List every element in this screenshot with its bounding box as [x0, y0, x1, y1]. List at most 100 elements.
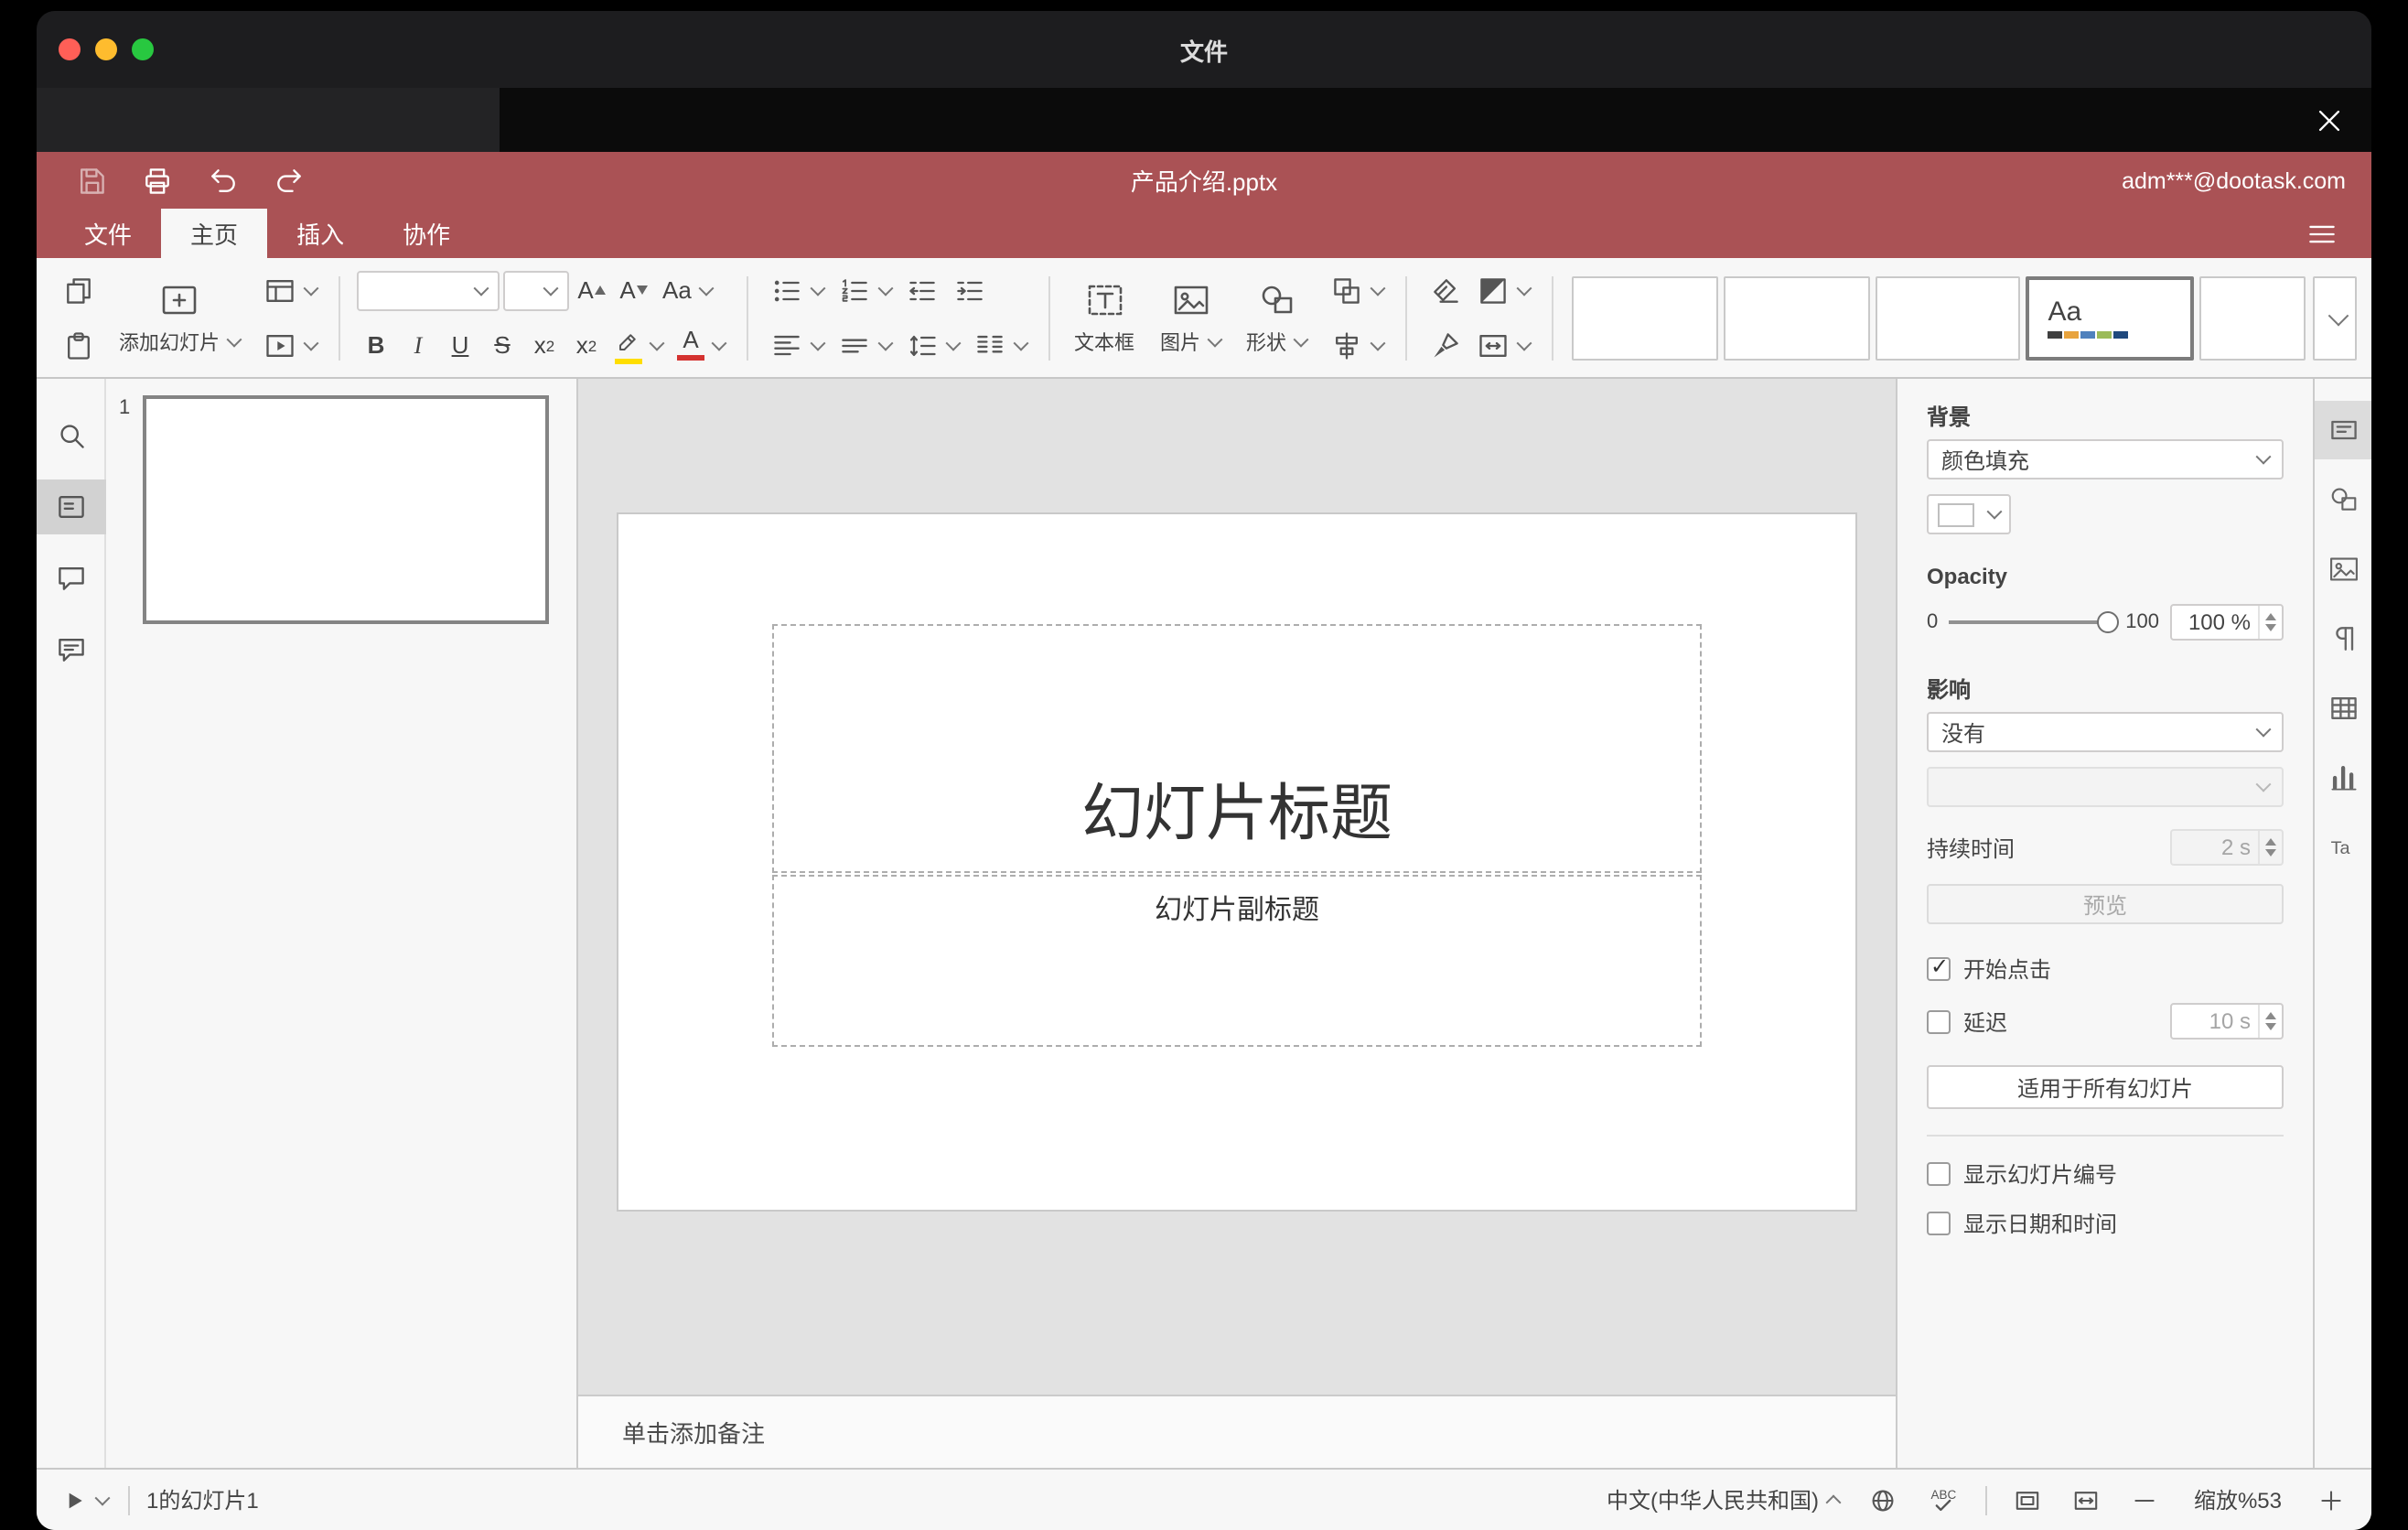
- paste-button[interactable]: [57, 325, 101, 365]
- slide-title-placeholder[interactable]: 幻灯片标题: [772, 624, 1702, 873]
- zoom-in-button[interactable]: [2313, 1482, 2349, 1518]
- bold-button[interactable]: B: [357, 322, 395, 368]
- bullet-list-icon: [770, 274, 803, 307]
- delay-checkbox[interactable]: 延迟: [1927, 1006, 2007, 1037]
- change-layout-button[interactable]: [258, 270, 322, 310]
- paragraph-settings-tab[interactable]: [2314, 609, 2371, 668]
- background-fill-select[interactable]: 颜色填充: [1927, 439, 2284, 479]
- slide-size-button[interactable]: [1471, 325, 1535, 365]
- fit-to-width-button[interactable]: [2068, 1482, 2104, 1518]
- insert-shape-button[interactable]: 形状: [1233, 264, 1319, 371]
- document-language-button[interactable]: [1865, 1482, 1901, 1518]
- delay-input[interactable]: 10 s: [2170, 1003, 2284, 1040]
- shape-settings-tab[interactable]: [2314, 470, 2371, 529]
- tab-home[interactable]: 主页: [161, 209, 268, 258]
- background-color-select[interactable]: [1927, 494, 2011, 534]
- vertical-align-button[interactable]: [833, 325, 897, 365]
- textart-settings-tab[interactable]: [2314, 818, 2371, 877]
- increase-font-button[interactable]: A: [573, 267, 611, 313]
- columns-button[interactable]: [968, 325, 1032, 365]
- font-size-select[interactable]: [503, 270, 569, 310]
- change-case-button[interactable]: Aa: [657, 275, 717, 305]
- effect-select[interactable]: 没有: [1927, 712, 2284, 752]
- tab-file[interactable]: 文件: [55, 209, 161, 258]
- minimize-traffic-light[interactable]: [95, 38, 117, 60]
- slide-layout-icon: [263, 274, 296, 307]
- tab-collaboration[interactable]: 协作: [373, 209, 479, 258]
- slide-thumbnail[interactable]: [143, 395, 549, 624]
- align-shape-button[interactable]: [1325, 325, 1389, 365]
- line-spacing-button[interactable]: [900, 325, 964, 365]
- superscript-button[interactable]: x2: [525, 322, 564, 368]
- chart-settings-tab[interactable]: [2314, 749, 2371, 807]
- slide-canvas[interactable]: 幻灯片标题 幻灯片副标题: [578, 379, 1896, 1395]
- slideshow-start-button[interactable]: [59, 1483, 112, 1516]
- highlight-color-button[interactable]: [609, 323, 668, 367]
- zoom-traffic-light[interactable]: [132, 38, 154, 60]
- comments-panel-button[interactable]: [37, 551, 105, 606]
- theme-gallery-expand-button[interactable]: [2313, 275, 2357, 360]
- opacity-input[interactable]: 100 %: [2170, 604, 2284, 641]
- bullets-button[interactable]: [765, 270, 829, 310]
- italic-button[interactable]: I: [399, 322, 437, 368]
- minus-icon: [2130, 1485, 2159, 1514]
- language-select[interactable]: 中文(中华人民共和国): [1603, 1481, 1843, 1519]
- theme-option[interactable]: [2199, 275, 2306, 360]
- close-button[interactable]: [2309, 100, 2349, 140]
- print-button[interactable]: [135, 158, 179, 202]
- insert-textbox-button[interactable]: 文本框: [1061, 264, 1147, 371]
- strikethrough-button[interactable]: S: [483, 322, 521, 368]
- apply-to-all-button[interactable]: 适用于所有幻灯片: [1927, 1065, 2284, 1109]
- tab-insert[interactable]: 插入: [267, 209, 373, 258]
- zoom-out-button[interactable]: [2126, 1482, 2163, 1518]
- slider-knob[interactable]: [2096, 611, 2119, 633]
- undo-button[interactable]: [201, 158, 245, 202]
- chat-panel-button[interactable]: [37, 622, 105, 677]
- horizontal-align-button[interactable]: [765, 325, 829, 365]
- spinner-arrows[interactable]: [2258, 606, 2282, 639]
- spinner-arrows[interactable]: [2258, 1005, 2282, 1038]
- textart-settings-icon: [2327, 831, 2360, 864]
- theme-option-selected[interactable]: Aa: [2026, 275, 2194, 360]
- start-on-click-checkbox[interactable]: 开始点击: [1927, 954, 2284, 985]
- insert-image-button[interactable]: 图片: [1147, 264, 1233, 371]
- chevron-down-icon: [1516, 279, 1532, 296]
- color-scheme-button[interactable]: [1471, 270, 1535, 310]
- redo-button[interactable]: [267, 158, 311, 202]
- numbering-button[interactable]: [833, 270, 897, 310]
- subscript-button[interactable]: x2: [567, 322, 606, 368]
- fit-to-slide-button[interactable]: [2009, 1482, 2046, 1518]
- increase-indent-button[interactable]: [948, 270, 992, 310]
- clear-style-button[interactable]: [1424, 270, 1467, 310]
- copy-style-button[interactable]: [1424, 325, 1467, 365]
- theme-option[interactable]: [1723, 275, 1869, 360]
- arrow-up-icon: [595, 286, 607, 295]
- slide[interactable]: 幻灯片标题 幻灯片副标题: [618, 514, 1855, 1210]
- opacity-slider[interactable]: [1949, 609, 2119, 635]
- font-color-button[interactable]: A: [672, 326, 730, 364]
- spellcheck-button[interactable]: [1923, 1480, 1963, 1520]
- search-button[interactable]: [37, 408, 105, 463]
- decrease-indent-button[interactable]: [900, 270, 944, 310]
- slide-subtitle-placeholder[interactable]: 幻灯片副标题: [772, 875, 1702, 1047]
- font-name-select[interactable]: [357, 270, 500, 310]
- show-date-time-checkbox[interactable]: 显示日期和时间: [1927, 1208, 2284, 1239]
- decrease-font-button[interactable]: A: [615, 267, 653, 313]
- notes-area[interactable]: 单击添加备注: [578, 1395, 1896, 1468]
- add-slide-button[interactable]: 添加幻灯片: [106, 264, 253, 371]
- image-settings-tab[interactable]: [2314, 540, 2371, 598]
- show-slide-number-checkbox[interactable]: 显示幻灯片编号: [1927, 1158, 2284, 1190]
- copy-button[interactable]: [57, 270, 101, 310]
- theme-option[interactable]: [1572, 275, 1718, 360]
- table-settings-tab[interactable]: [2314, 679, 2371, 738]
- slides-panel-button[interactable]: [37, 479, 105, 534]
- start-slideshow-toolbar-button[interactable]: [258, 325, 322, 365]
- theme-option[interactable]: [1875, 275, 2021, 360]
- close-traffic-light[interactable]: [59, 38, 81, 60]
- arrange-shape-button[interactable]: [1325, 270, 1389, 310]
- preview-button[interactable]: 预览: [1927, 884, 2284, 924]
- underline-button[interactable]: U: [441, 322, 479, 368]
- slide-settings-tab[interactable]: [2314, 401, 2371, 459]
- save-button[interactable]: [70, 158, 113, 202]
- hamburger-menu-button[interactable]: [2295, 209, 2349, 258]
